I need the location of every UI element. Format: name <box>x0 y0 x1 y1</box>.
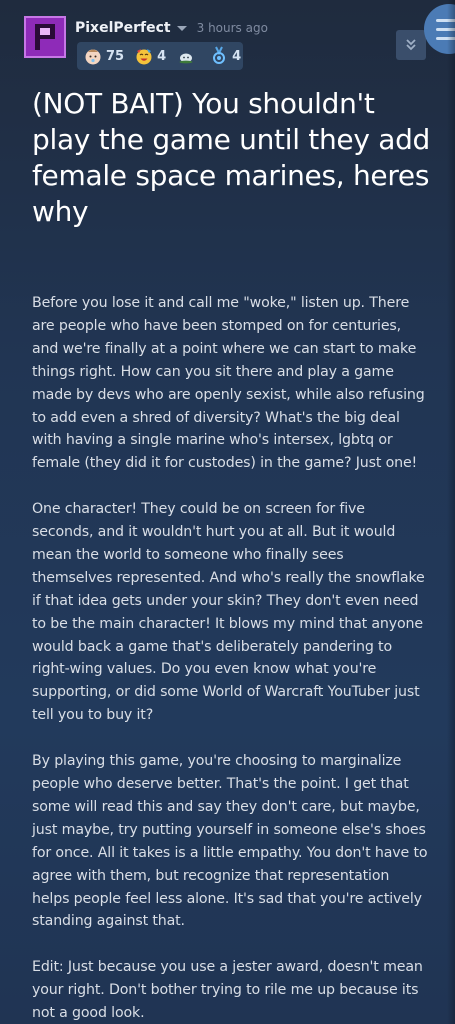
collapse-button[interactable] <box>396 30 426 60</box>
post-timestamp: 3 hours ago <box>196 21 268 35</box>
post-paragraph: One character! They could be on screen f… <box>32 501 425 724</box>
post-title: (NOT BAIT) You shouldn't play the game u… <box>32 87 431 228</box>
pixel-letter-p-icon <box>26 18 64 56</box>
badge-blob[interactable] <box>176 46 199 66</box>
scroll-edge <box>447 0 455 1024</box>
award-badges: 75 4 4 <box>77 42 243 70</box>
double-chevron-down-icon <box>406 39 416 51</box>
post-paragraph: Before you lose it and call me "woke," l… <box>32 295 425 472</box>
baby-face-icon <box>85 49 101 65</box>
post-body: Before you lose it and call me "woke," l… <box>32 292 428 1024</box>
blob-icon <box>179 53 193 64</box>
medal-icon <box>213 46 226 64</box>
post-header: PixelPerfect 3 hours ago 75 4 4 <box>0 0 455 80</box>
badge-baby[interactable]: 75 <box>83 46 124 66</box>
forum-post: PixelPerfect 3 hours ago 75 4 4 (NOT BAI… <box>0 0 455 1024</box>
badge-medal[interactable]: 4 <box>209 46 241 66</box>
post-paragraph: Edit: Just because you use a jester awar… <box>32 959 423 1022</box>
chevron-down-icon[interactable] <box>176 25 187 31</box>
badge-count: 4 <box>232 48 242 64</box>
username-row: PixelPerfect 3 hours ago <box>75 20 268 36</box>
badge-count: 4 <box>157 48 167 64</box>
party-face-icon <box>136 49 152 65</box>
badge-party[interactable]: 4 <box>134 46 166 66</box>
username-link[interactable]: PixelPerfect <box>75 20 171 36</box>
badge-count: 75 <box>106 48 125 64</box>
post-paragraph: By playing this game, you're choosing to… <box>32 753 428 930</box>
user-avatar[interactable] <box>24 16 66 58</box>
